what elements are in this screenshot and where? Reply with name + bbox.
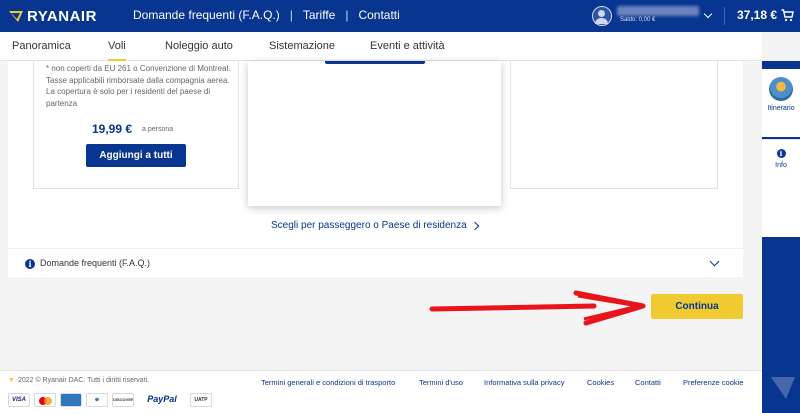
cart-icon[interactable] [781,9,794,22]
info-icon: i [776,149,786,158]
destination-thumbnail [769,77,793,101]
choose-per-passenger-link[interactable]: Scegli per passeggero o Paese di residen… [271,220,479,231]
tab-overview[interactable]: Panoramica [12,40,71,52]
user-avatar-icon[interactable] [592,6,612,26]
diners-icon: ⊕ [86,393,108,407]
chevron-down-icon[interactable] [709,256,720,267]
red-arrow-annotation [429,290,646,326]
nav-fares[interactable]: Tariffe [303,8,335,22]
sidebar-item-itinerary[interactable]: Itinerario [762,69,800,137]
insurance-option-card-featured [248,61,501,206]
insurance-price: 19,99 € [92,122,133,136]
tab-events[interactable]: Eventi e attività [370,40,445,52]
nav-contacts[interactable]: Contatti [358,8,399,22]
continue-button[interactable]: Continua [651,294,743,319]
discover-icon: DISCOVER [112,393,134,407]
uatp-icon: UATP [190,393,212,407]
payment-methods: VISA ⊕ DISCOVER PayPal UATP [8,393,212,407]
nav-divider: | [345,8,349,22]
harp-logo-icon: ▼ [8,377,15,384]
footer-link-cookie-prefs[interactable]: Preferenze cookie [683,378,743,387]
nav-divider: | [289,8,293,22]
tab-accommodation[interactable]: Sistemazione [269,40,335,52]
ryanair-logo[interactable]: RYANAIR [8,7,97,25]
harp-logo-icon [9,10,23,22]
footer-link-terms-of-use[interactable]: Termini d'uso [419,378,463,387]
harp-watermark-icon [771,377,795,399]
copyright-text: 2022 © Ryanair DAC. Tutti i diritti rise… [17,377,150,384]
right-sidebar: Itinerario i Info [762,61,800,413]
footer-link-terms[interactable]: Termini generali e condizioni di traspor… [261,378,395,387]
footer-link-contacts[interactable]: Contatti [635,378,661,387]
info-icon: i [25,259,35,269]
footer-link-cookies[interactable]: Cookies [587,378,614,387]
sidebar-item-info[interactable]: i Info [762,139,800,237]
chevron-down-icon[interactable] [703,9,713,19]
per-person-label: a persona [142,126,174,133]
choose-link-label: Scegli per passeggero o Paese di residen… [271,220,467,231]
chevron-right-icon [470,221,479,230]
top-header: RYANAIR Domande frequenti (F.A.Q.) | Tar… [0,0,800,32]
account-name-blurred[interactable] [617,6,699,16]
faq-accordion[interactable]: i Domande frequenti (F.A.Q.) [8,248,743,277]
amex-icon [60,393,82,407]
paypal-icon: PayPal [138,393,186,407]
insurance-option-card-right [510,61,718,189]
logo-text: RYANAIR [27,7,97,25]
sidebar-item-label: Itinerario [767,105,795,112]
account-balance: Saldo: 0,00 € [620,17,656,23]
total-price[interactable]: 37,18 € [737,8,777,22]
add-to-all-button[interactable]: Aggiungi a tutti [86,144,186,167]
secondary-nav: Panoramica Voli Noleggio auto Sistemazio… [0,32,762,61]
nav-faq[interactable]: Domande frequenti (F.A.Q.) [133,8,280,22]
tab-flights[interactable]: Voli [108,40,126,61]
featured-button-edge[interactable] [325,61,425,64]
coverage-note: * non coperti da EU 261 o Convenzione di… [46,64,231,108]
visa-icon: VISA [8,393,30,407]
mastercard-icon [34,393,56,407]
footer: ▼ 2022 © Ryanair DAC. Tutti i diritti ri… [0,370,762,413]
footer-link-privacy[interactable]: Informativa sulla privacy [484,378,564,387]
sidebar-item-label: Info [775,162,787,169]
faq-label: Domande frequenti (F.A.Q.) [40,258,151,268]
top-nav: Domande frequenti (F.A.Q.) | Tariffe | C… [133,8,400,22]
copyright: ▼ 2022 © Ryanair DAC. Tutti i diritti ri… [8,377,149,384]
tab-car-rental[interactable]: Noleggio auto [165,40,233,52]
header-divider [724,7,725,25]
insurance-option-card: * non coperti da EU 261 o Convenzione di… [33,61,239,189]
